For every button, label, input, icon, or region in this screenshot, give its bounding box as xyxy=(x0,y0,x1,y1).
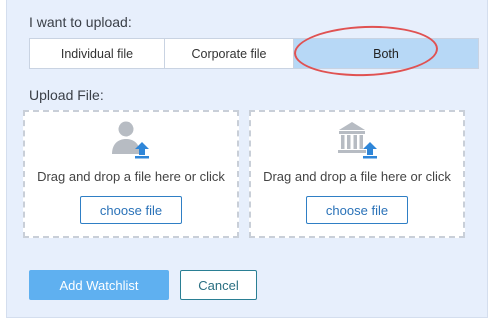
dropzone-corporate-text: Drag and drop a file here or click xyxy=(263,169,451,184)
dropzone-individual-text: Drag and drop a file here or click xyxy=(37,169,225,184)
add-watchlist-button[interactable]: Add Watchlist xyxy=(29,270,169,300)
upload-type-label: I want to upload: xyxy=(29,14,132,30)
choose-file-button-individual[interactable]: choose file xyxy=(80,196,182,224)
upload-panel: I want to upload: Individual file Corpor… xyxy=(6,0,488,318)
choose-file-button-corporate[interactable]: choose file xyxy=(306,196,408,224)
option-individual-file[interactable]: Individual file xyxy=(30,39,164,68)
dropzone-individual[interactable]: Drag and drop a file here or click choos… xyxy=(23,110,239,238)
bank-upload-icon xyxy=(335,118,379,167)
upload-type-selector: Individual file Corporate file Both xyxy=(29,38,479,69)
dropzone-corporate[interactable]: Drag and drop a file here or click choos… xyxy=(249,110,465,238)
cancel-button[interactable]: Cancel xyxy=(180,270,257,300)
upload-file-label: Upload File: xyxy=(29,87,104,103)
person-upload-icon xyxy=(109,118,153,167)
option-corporate-file[interactable]: Corporate file xyxy=(164,39,293,68)
option-both[interactable]: Both xyxy=(293,39,478,68)
